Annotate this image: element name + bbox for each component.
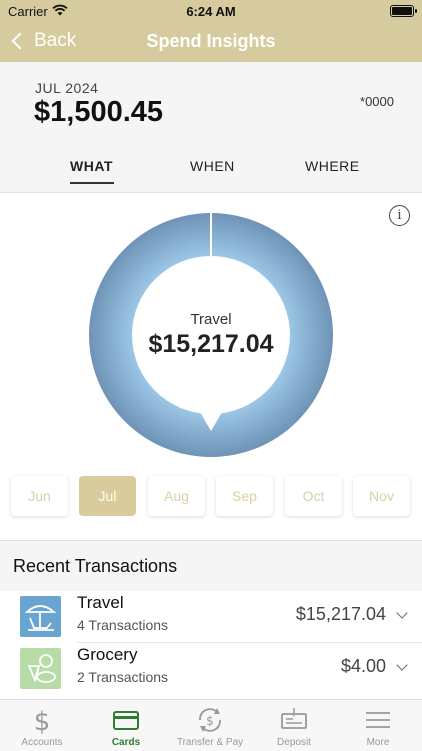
transaction-amount: $15,217.04 — [295, 604, 386, 624]
beach-chair-umbrella-icon — [20, 596, 61, 637]
menu-lines-icon — [366, 712, 390, 728]
svg-text:$: $ — [34, 707, 51, 734]
tab-active-underline — [70, 182, 114, 184]
transaction-count: 4 Transactions — [77, 617, 169, 633]
period-label: JUL 2024 — [35, 80, 99, 96]
tab-label: Cards — [111, 737, 141, 748]
status-time: 6:24 AM — [186, 4, 236, 19]
svg-text:$: $ — [206, 714, 214, 728]
transaction-category: Grocery — [77, 645, 138, 664]
transfer-dollar-icon: $ — [199, 708, 221, 732]
battery-icon — [390, 5, 417, 17]
tab-transfer-pay[interactable]: $ Transfer & Pay — [168, 700, 252, 751]
insight-tabs: WHAT WHEN WHERE — [0, 158, 422, 188]
recent-transactions-header: Recent Transactions — [0, 540, 422, 592]
list-item[interactable]: Grocery 2 Transactions $4.00 — [0, 643, 422, 694]
transaction-count: 2 Transactions — [77, 669, 169, 685]
month-aug[interactable]: Aug — [148, 476, 205, 516]
app-header: Carrier 6:24 AM Back Spend Insights — [0, 0, 422, 62]
tab-label: More — [366, 737, 390, 748]
tab-label: Transfer & Pay — [176, 737, 244, 748]
tab-when[interactable]: WHEN — [190, 158, 235, 174]
tab-what[interactable]: WHAT — [70, 158, 113, 174]
chevron-down-icon[interactable] — [396, 607, 408, 619]
month-sep[interactable]: Sep — [216, 476, 273, 516]
month-selector: Jun Jul Aug Sep Oct Nov — [8, 473, 422, 523]
bottom-tab-bar: $ Accounts Cards $ Transfer & Pay Deposi… — [0, 699, 422, 751]
recent-transactions-title: Recent Transactions — [13, 556, 178, 576]
grocery-food-icon — [20, 648, 61, 689]
tab-deposit[interactable]: Deposit — [252, 700, 336, 751]
transaction-category: Travel — [77, 593, 124, 612]
donut-category-label: Travel — [190, 311, 232, 328]
account-number: *0000 — [360, 94, 394, 109]
tab-more[interactable]: More — [336, 700, 420, 751]
month-jun[interactable]: Jun — [11, 476, 68, 516]
status-bar: Carrier 6:24 AM — [0, 4, 422, 20]
check-deposit-icon — [281, 708, 307, 729]
page-title: Spend Insights — [146, 31, 276, 51]
spend-summary: JUL 2024 $1,500.45 *0000 WHAT WHEN WHERE — [0, 62, 422, 193]
tab-accounts[interactable]: $ Accounts — [0, 700, 84, 751]
nav-bar: Back Spend Insights — [0, 28, 422, 56]
transaction-amount: $4.00 — [340, 656, 386, 676]
chart-area: i Travel $15,217.04 Jun Jul Aug Sep Oct … — [0, 193, 422, 540]
tab-cards[interactable]: Cards — [84, 700, 168, 751]
donut-amount: $15,217.04 — [148, 330, 274, 358]
tab-label: Accounts — [21, 737, 63, 748]
tab-where[interactable]: WHERE — [305, 158, 360, 174]
transaction-list: Travel 4 Transactions $15,217.04 Grocery… — [0, 591, 422, 699]
total-amount: $1,500.45 — [34, 96, 164, 128]
dollar-sign-icon: $ — [34, 707, 51, 734]
month-jul[interactable]: Jul — [79, 476, 136, 516]
month-oct[interactable]: Oct — [285, 476, 342, 516]
tab-label: Deposit — [277, 737, 311, 748]
chevron-down-icon[interactable] — [396, 659, 408, 671]
month-nov[interactable]: Nov — [353, 476, 410, 516]
list-item[interactable]: Travel 4 Transactions $15,217.04 — [0, 591, 422, 643]
credit-card-icon — [113, 711, 139, 730]
